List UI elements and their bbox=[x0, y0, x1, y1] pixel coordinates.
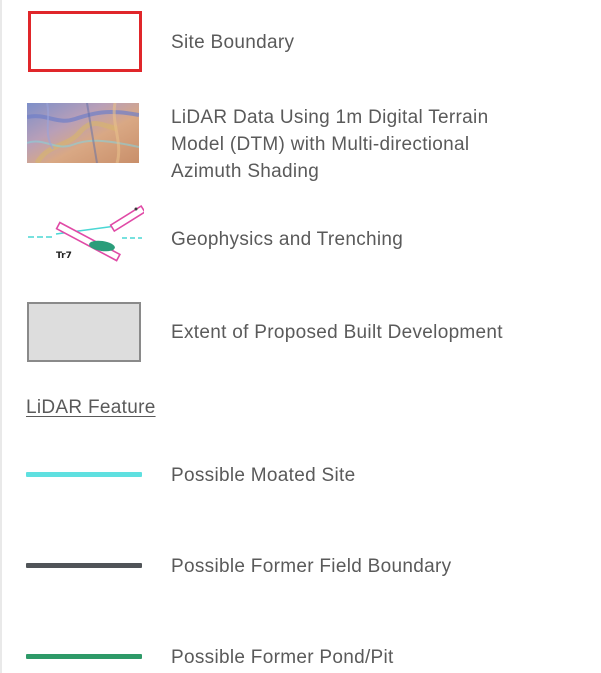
site-boundary-label: Site Boundary bbox=[171, 32, 295, 53]
lidar-dtm-label-line-1: LiDAR Data Using 1m Digital Terrain bbox=[171, 107, 489, 128]
moated-site-line-symbol bbox=[26, 472, 142, 477]
moated-site-label: Possible Moated Site bbox=[171, 465, 356, 486]
trench-tr7-label: Tr7 bbox=[56, 251, 72, 261]
lidar-feature-heading: LiDAR Feature bbox=[26, 397, 156, 418]
left-border-rule bbox=[0, 0, 2, 673]
pond-pit-label: Possible Former Pond/Pit bbox=[171, 647, 394, 668]
lidar-dtm-label-line-2: Model (DTM) with Multi-directional bbox=[171, 134, 470, 155]
proposed-development-symbol bbox=[27, 302, 141, 362]
field-boundary-label: Possible Former Field Boundary bbox=[171, 556, 452, 577]
geophysics-trenching-label: Geophysics and Trenching bbox=[171, 229, 404, 250]
proposed-development-label: Extent of Proposed Built Development bbox=[171, 322, 503, 343]
geophysics-trenching-icon: Tr7 bbox=[26, 204, 146, 262]
site-boundary-symbol bbox=[28, 11, 142, 72]
lidar-dtm-label-line-3: Azimuth Shading bbox=[171, 161, 320, 182]
pond-pit-line-symbol bbox=[26, 654, 142, 659]
field-boundary-line-symbol bbox=[26, 563, 142, 568]
lidar-dtm-swatch-icon bbox=[26, 102, 140, 165]
